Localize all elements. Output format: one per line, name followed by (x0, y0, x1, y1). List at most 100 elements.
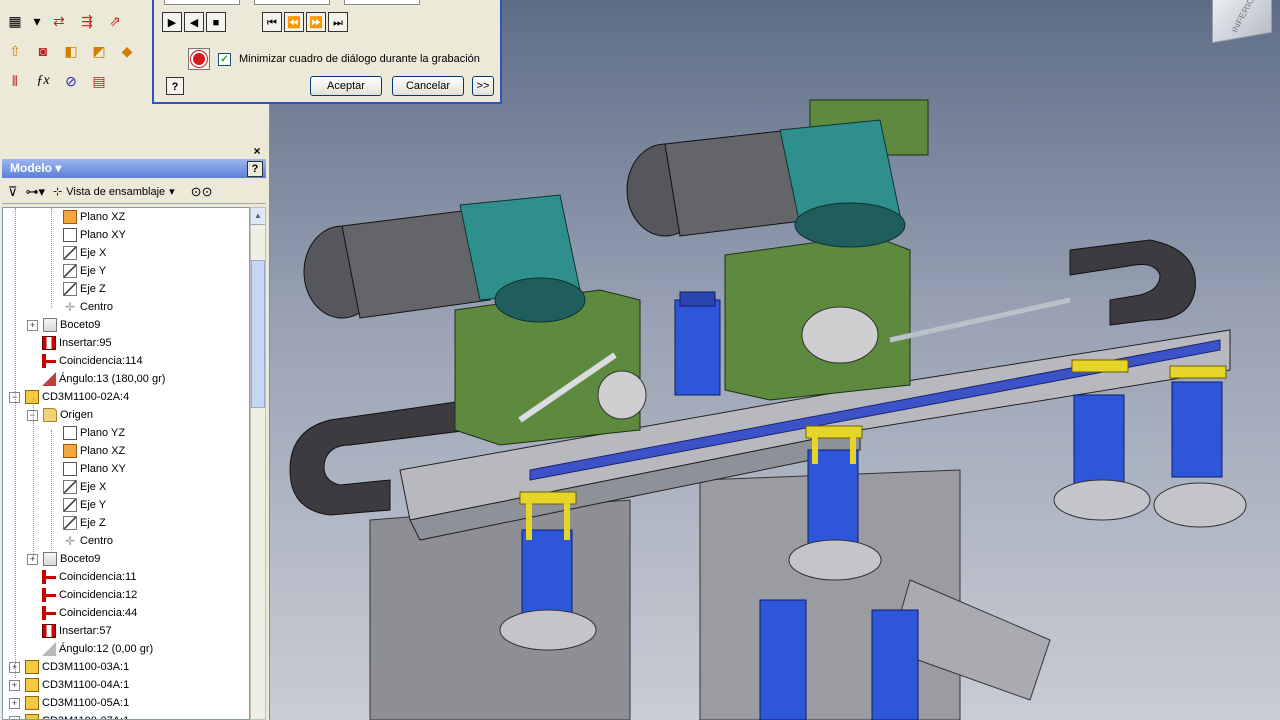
record-button[interactable] (188, 48, 210, 70)
tree-row[interactable]: + CD3M1100-07A:1 (9, 712, 129, 719)
tree-row[interactable]: Insertar:95 (27, 334, 112, 352)
tree-row[interactable]: Eje Y (63, 496, 106, 514)
binoculars-icon[interactable]: ⊙⊙ (191, 184, 213, 200)
minimize-checkbox[interactable]: ✓ (218, 52, 231, 66)
go-to-end-icon[interactable]: ⏭ (328, 12, 348, 32)
tree-row-label: Centro (80, 301, 114, 313)
tree-row[interactable]: ✛ Centro (63, 532, 113, 550)
model-browser-tree: Plano XZ Plano XY Eje X Eje Y Eje Z ✛ Centro + B… (2, 207, 250, 720)
tree-row[interactable]: ✛ Centro (63, 298, 113, 316)
expand-icon[interactable]: + (9, 697, 20, 709)
record-icon (191, 51, 207, 67)
more-button[interactable]: >> (472, 76, 494, 96)
filter-icon[interactable]: ⊽ (8, 184, 18, 200)
table-icon[interactable]: ▤ (88, 70, 110, 92)
expand-icon[interactable]: + (27, 319, 38, 331)
tree-guide-line (51, 430, 52, 550)
mate-icon (42, 588, 56, 602)
point-icon: ✛ (64, 534, 76, 548)
play-reverse-icon[interactable]: ◀ (184, 12, 204, 32)
extrude-icon[interactable]: ⇧ (4, 40, 26, 62)
3d-viewport[interactable]: INFERIOR (270, 0, 1280, 720)
field-3[interactable] (344, 0, 420, 5)
cad-assembly-drawing (289, 99, 1247, 720)
tree-row-label: Coincidencia:11 (59, 571, 137, 583)
tree-row[interactable]: Eje Y (63, 262, 106, 280)
solid-icon[interactable]: ◆ (116, 40, 138, 62)
expand-icon[interactable]: + (9, 679, 20, 691)
mate-icon (42, 570, 56, 584)
cancel-button[interactable]: Cancelar (392, 76, 464, 96)
move-icon[interactable]: ⇗ (104, 10, 126, 32)
tree-row-label: Plano XY (80, 463, 126, 475)
tree-row[interactable]: Coincidencia:114 (27, 352, 143, 370)
tree-row[interactable]: Coincidencia:11 (27, 568, 136, 586)
scroll-up-icon[interactable]: ▲ (251, 208, 265, 225)
pattern-icon[interactable]: ▦ (4, 10, 26, 32)
help-button[interactable]: ? (247, 161, 263, 177)
playback-spacer (228, 12, 260, 32)
mirror-icon[interactable]: ⇄ (48, 10, 70, 32)
ok-button[interactable]: Aceptar (310, 76, 382, 96)
tree-row[interactable]: Ángulo:13 (180,00 gr) (27, 370, 165, 388)
tree-row[interactable]: + CD3M1100-04A:1 (9, 676, 129, 694)
tree-row[interactable]: Eje Z (63, 514, 106, 532)
constraint-icon[interactable]: ⫴ (4, 70, 26, 92)
face-icon[interactable]: ◧ (60, 40, 82, 62)
tree-row-label: CD3M1100-04A:1 (42, 679, 130, 691)
tree-row[interactable]: Eje Z (63, 280, 106, 298)
ban-icon[interactable]: ⊘ (60, 70, 82, 92)
tree-row-label: Eje X (80, 481, 107, 493)
tree-row[interactable]: Plano YZ (63, 424, 125, 442)
view-selector[interactable]: ⊹ Vista de ensamblaje ▾ (53, 185, 175, 199)
tree-row[interactable]: Eje X (63, 244, 106, 262)
part-icon (25, 390, 39, 404)
axis-icon (63, 498, 77, 512)
stop-icon[interactable]: ■ (206, 12, 226, 32)
tree-row[interactable]: Plano XY (63, 460, 126, 478)
tree-row[interactable]: Insertar:57 (27, 622, 112, 640)
step-back-icon[interactable]: ⏪ (284, 12, 304, 32)
tree-row[interactable]: − CD3M1100-02A:4 (9, 388, 129, 406)
field-1[interactable] (164, 0, 240, 5)
expand-icon[interactable]: + (9, 715, 20, 719)
plane-icon (63, 426, 77, 440)
play-forward-icon[interactable]: ▶ (162, 12, 182, 32)
tree-row[interactable]: Ángulo:12 (0,00 gr) (27, 640, 153, 658)
tree-row[interactable]: + Boceto9 (27, 550, 100, 568)
tree-row[interactable]: Plano XY (63, 226, 126, 244)
tree-row[interactable]: Eje X (63, 478, 106, 496)
mate-icon (42, 606, 56, 620)
browser-header[interactable]: Modelo ▾ ? (2, 159, 266, 178)
go-to-start-icon[interactable]: ⏮ (262, 12, 282, 32)
close-icon[interactable]: × (251, 145, 263, 157)
step-forward-icon[interactable]: ⏩ (306, 12, 326, 32)
mate-icon (42, 354, 56, 368)
tree-row[interactable]: Coincidencia:44 (27, 604, 137, 622)
tree-row[interactable]: − Origen (27, 406, 93, 424)
function-icon[interactable]: ƒx (32, 70, 54, 92)
scroll-thumb[interactable] (251, 260, 265, 408)
field-2[interactable] (254, 0, 330, 5)
tree-scrollbar[interactable]: ▲ (250, 207, 266, 720)
tree-row[interactable]: + Boceto9 (27, 316, 100, 334)
insert-icon (42, 624, 56, 638)
tree-row-label: Plano XZ (80, 211, 126, 223)
replace-icon[interactable]: ⇶ (76, 10, 98, 32)
view-icon[interactable]: ◙ (32, 40, 54, 62)
plane-icon (63, 462, 77, 476)
dropdown-icon[interactable]: ▾ (32, 10, 42, 32)
dialog-help-button[interactable]: ? (166, 77, 184, 95)
axis-icon (63, 480, 77, 494)
sketch-icon (43, 318, 57, 332)
tree-row[interactable]: + CD3M1100-03A:1 (9, 658, 129, 676)
section-icon[interactable]: ◩ (88, 40, 110, 62)
structure-icon[interactable]: ⊶▾ (26, 184, 46, 200)
tree-row[interactable]: + CD3M1100-05A:1 (9, 694, 129, 712)
chevron-down-icon: ▾ (169, 186, 175, 198)
browser-title: Modelo ▾ (10, 161, 62, 175)
tree-row-label: Eje X (80, 247, 107, 259)
tree-row[interactable]: Plano XZ (63, 208, 125, 226)
tree-row[interactable]: Coincidencia:12 (27, 586, 137, 604)
tree-row[interactable]: Plano XZ (63, 442, 125, 460)
